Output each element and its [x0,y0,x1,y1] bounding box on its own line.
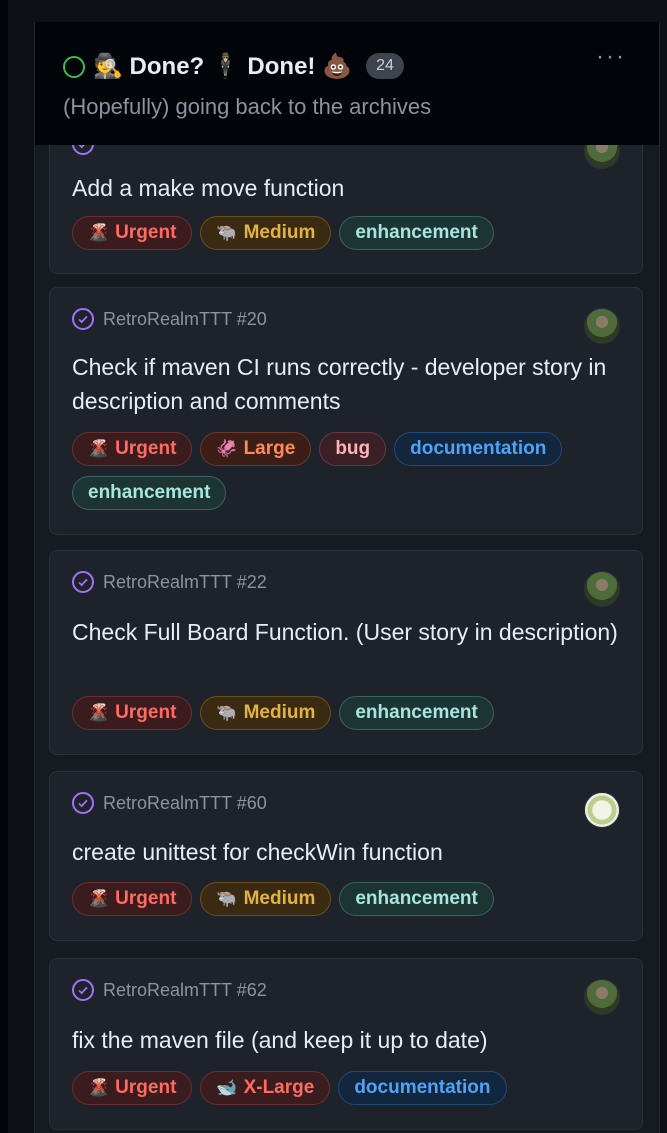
closed-issue-icon [72,979,94,1001]
label-bug[interactable]: bug [319,432,387,466]
status-circle-icon [63,56,85,78]
column-header: 🕵️ Done? 🕴️ Done! 💩 24 ··· (Hopefully) g… [35,22,659,145]
buffalo-icon: 🐃 [216,889,238,908]
label-enhancement[interactable]: enhancement [339,216,494,250]
whale-icon: 🐋 [216,1078,238,1097]
project-column-done: 🕵️ Done? 🕴️ Done! 💩 24 ··· (Hopefully) g… [34,22,660,1133]
card-title[interactable]: Check Full Board Function. (User story i… [72,615,620,649]
card-title[interactable]: Add a make move function [72,171,620,205]
column-title-row: 🕵️ Done? 🕴️ Done! 💩 24 [93,46,404,86]
card-meta: RetroRealmTTT #20 [72,308,267,330]
label-urgent[interactable]: 🌋 Urgent [72,216,193,250]
label-medium[interactable]: 🐃 Medium [200,882,332,916]
label-list: 🌋 Urgent 🐃 Medium enhancement [72,216,620,250]
issue-reference[interactable]: RetroRealmTTT #62 [103,980,267,1001]
card-title[interactable]: Check if maven CI runs correctly - devel… [72,350,620,418]
issue-card[interactable]: RetroRealmTTT #20 Check if maven CI runs… [49,287,643,535]
assignee-avatar[interactable] [584,308,620,344]
assignee-avatar[interactable] [584,979,620,1015]
assignee-avatar[interactable] [584,571,620,607]
closed-issue-icon [72,792,94,814]
label-list: 🌋 Urgent 🦑 Large bug documentation enhance… [72,432,620,510]
issue-reference[interactable]: RetroRealmTTT #60 [103,793,267,814]
label-documentation[interactable]: documentation [338,1071,507,1105]
card-title[interactable]: fix the maven file (and keep it up to da… [72,1023,620,1057]
label-urgent[interactable]: 🌋 Urgent [72,882,193,916]
issue-reference[interactable]: RetroRealmTTT #20 [103,309,267,330]
label-enhancement[interactable]: enhancement [339,696,494,730]
volcano-icon: 🌋 [88,439,110,458]
label-enhancement[interactable]: enhancement [339,882,494,916]
issue-reference[interactable]: RetroRealmTTT #22 [103,572,267,593]
label-urgent[interactable]: 🌋 Urgent [72,1071,193,1105]
card-title[interactable]: create unittest for checkWin function [72,835,620,869]
volcano-icon: 🌋 [88,1078,110,1097]
page-edge [0,0,8,1133]
label-large[interactable]: 🦑 Large [200,432,312,466]
label-enhancement[interactable]: enhancement [72,476,227,510]
column-description: (Hopefully) going back to the archives [63,94,432,119]
volcano-icon: 🌋 [88,223,110,242]
issue-card[interactable]: RetroRealmTTT #62 fix the maven file (an… [49,958,643,1130]
card-meta: RetroRealmTTT #22 [72,571,267,593]
closed-issue-icon [72,308,94,330]
buffalo-icon: 🐃 [216,703,238,722]
assignee-avatar[interactable] [584,792,620,828]
issue-card[interactable]: RetroRealmTTT #60 create unittest for ch… [49,771,643,941]
issue-card[interactable]: RetroRealmTTT #22 Check Full Board Funct… [49,550,643,755]
label-urgent[interactable]: 🌋 Urgent [72,696,193,730]
item-count-badge: 24 [365,53,404,79]
label-x-large[interactable]: 🐋 X-Large [200,1071,331,1105]
label-documentation[interactable]: documentation [394,432,563,466]
label-medium[interactable]: 🐃 Medium [200,696,332,730]
volcano-icon: 🌋 [88,703,110,722]
buffalo-icon: 🐃 [216,223,238,242]
label-list: 🌋 Urgent 🐃 Medium enhancement [72,696,620,730]
label-list: 🌋 Urgent 🐃 Medium enhancement [72,882,620,916]
label-urgent[interactable]: 🌋 Urgent [72,432,193,466]
column-title: 🕵️ Done? 🕴️ Done! 💩 [93,52,352,80]
card-meta: RetroRealmTTT #62 [72,979,267,1001]
label-list: 🌋 Urgent 🐋 X-Large documentation [72,1071,620,1105]
closed-issue-icon [72,571,94,593]
card-meta: RetroRealmTTT #60 [72,792,267,814]
label-medium[interactable]: 🐃 Medium [200,216,332,250]
squid-icon: 🦑 [216,439,238,458]
column-menu-button[interactable]: ··· [591,44,631,74]
volcano-icon: 🌋 [88,889,110,908]
